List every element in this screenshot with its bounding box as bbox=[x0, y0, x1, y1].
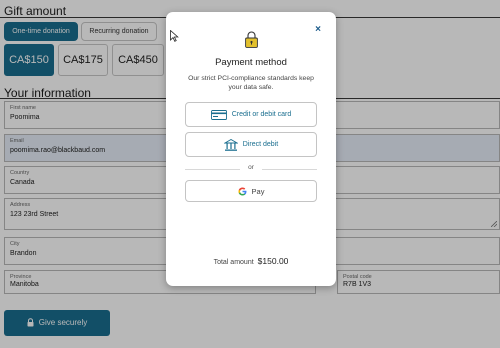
google-pay-button[interactable]: Pay bbox=[185, 180, 317, 202]
direct-debit-label: Direct debit bbox=[242, 141, 279, 148]
credit-card-icon bbox=[210, 109, 227, 120]
or-divider: or bbox=[185, 164, 317, 174]
google-g-icon bbox=[237, 186, 247, 196]
google-pay-label: Pay bbox=[251, 186, 265, 196]
dialog-title: Payment method bbox=[215, 57, 287, 68]
credit-card-button[interactable]: Credit or debit card bbox=[185, 102, 317, 127]
mouse-cursor-icon bbox=[170, 30, 179, 42]
lock-icon bbox=[245, 31, 258, 48]
total-value: $150.00 bbox=[257, 256, 289, 266]
total-label: Total amount bbox=[213, 259, 254, 266]
dialog-description: Our strict PCI-compliance standards keep… bbox=[188, 75, 314, 91]
credit-card-label: Credit or debit card bbox=[231, 111, 292, 118]
bank-icon bbox=[223, 138, 238, 152]
payment-method-dialog: × Payment method Our strict PCI-complian… bbox=[166, 12, 336, 286]
close-icon[interactable]: × bbox=[315, 24, 321, 35]
total-amount: Total amount $150.00 bbox=[166, 256, 336, 266]
direct-debit-button[interactable]: Direct debit bbox=[185, 132, 317, 157]
